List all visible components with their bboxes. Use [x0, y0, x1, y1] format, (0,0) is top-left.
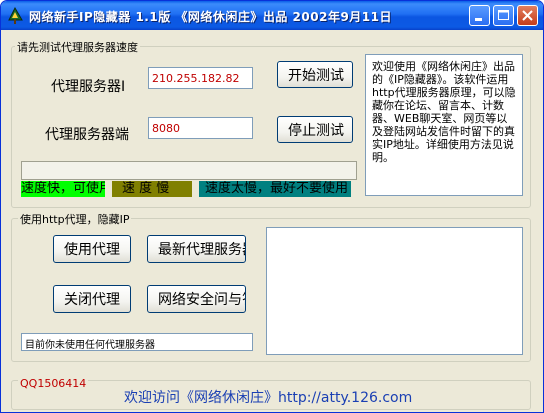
speed-bar-track — [21, 161, 357, 180]
maximize-icon — [498, 10, 509, 20]
close-proxy-button[interactable]: 关闭代理 — [53, 285, 131, 313]
visit-link[interactable]: 欢迎访问《网络休闲庄》http://atty.126.com — [124, 387, 412, 407]
app-window: 网络新手IP隐藏器 1.1版 《网络休闲庄》出品 2002年9月11日 请先测试… — [0, 0, 544, 413]
minimize-button[interactable] — [469, 5, 490, 26]
proxy-group-label: 使用http代理，隐藏IP — [18, 211, 132, 227]
server-address-field[interactable] — [148, 67, 253, 89]
port-label: 代理服务器端 — [45, 127, 129, 143]
minimize-icon — [475, 18, 482, 21]
app-icon — [6, 6, 25, 25]
close-button[interactable] — [517, 5, 538, 26]
close-icon — [522, 10, 533, 21]
security-qa-button[interactable]: 网络安全问与答 — [147, 285, 246, 313]
speed-fast-indicator: 速度快，可使用 — [21, 181, 105, 197]
proxy-list-panel — [266, 227, 523, 355]
maximize-button[interactable] — [493, 5, 514, 26]
use-proxy-button[interactable]: 使用代理 — [53, 235, 131, 263]
title-bar[interactable]: 网络新手IP隐藏器 1.1版 《网络休闲庄》出品 2002年9月11日 — [1, 1, 543, 30]
proxy-status-field: 目前你未使用任何代理服务器 — [21, 333, 253, 351]
server-label: 代理服务器I — [51, 79, 126, 95]
start-test-button[interactable]: 开始测试 — [277, 61, 353, 88]
speed-slow-indicator: 速 度 慢 — [112, 181, 192, 197]
port-field[interactable] — [148, 117, 253, 139]
speed-test-group-label: 请先测试代理服务器速度 — [15, 39, 140, 55]
qq-label: QQ1506414 — [18, 377, 89, 390]
intro-text-box: 欢迎使用《网络休闲庄》出品的《IP隐藏器》。该软件运用http代理服务器原理，可… — [365, 54, 523, 196]
latest-proxy-button[interactable]: 最新代理服务器 — [147, 235, 246, 263]
window-title: 网络新手IP隐藏器 1.1版 《网络休闲庄》出品 2002年9月11日 — [29, 10, 392, 24]
speed-too-slow-indicator: 速度太慢，最好不要使用 — [199, 181, 351, 197]
stop-test-button[interactable]: 停止测试 — [277, 116, 353, 143]
